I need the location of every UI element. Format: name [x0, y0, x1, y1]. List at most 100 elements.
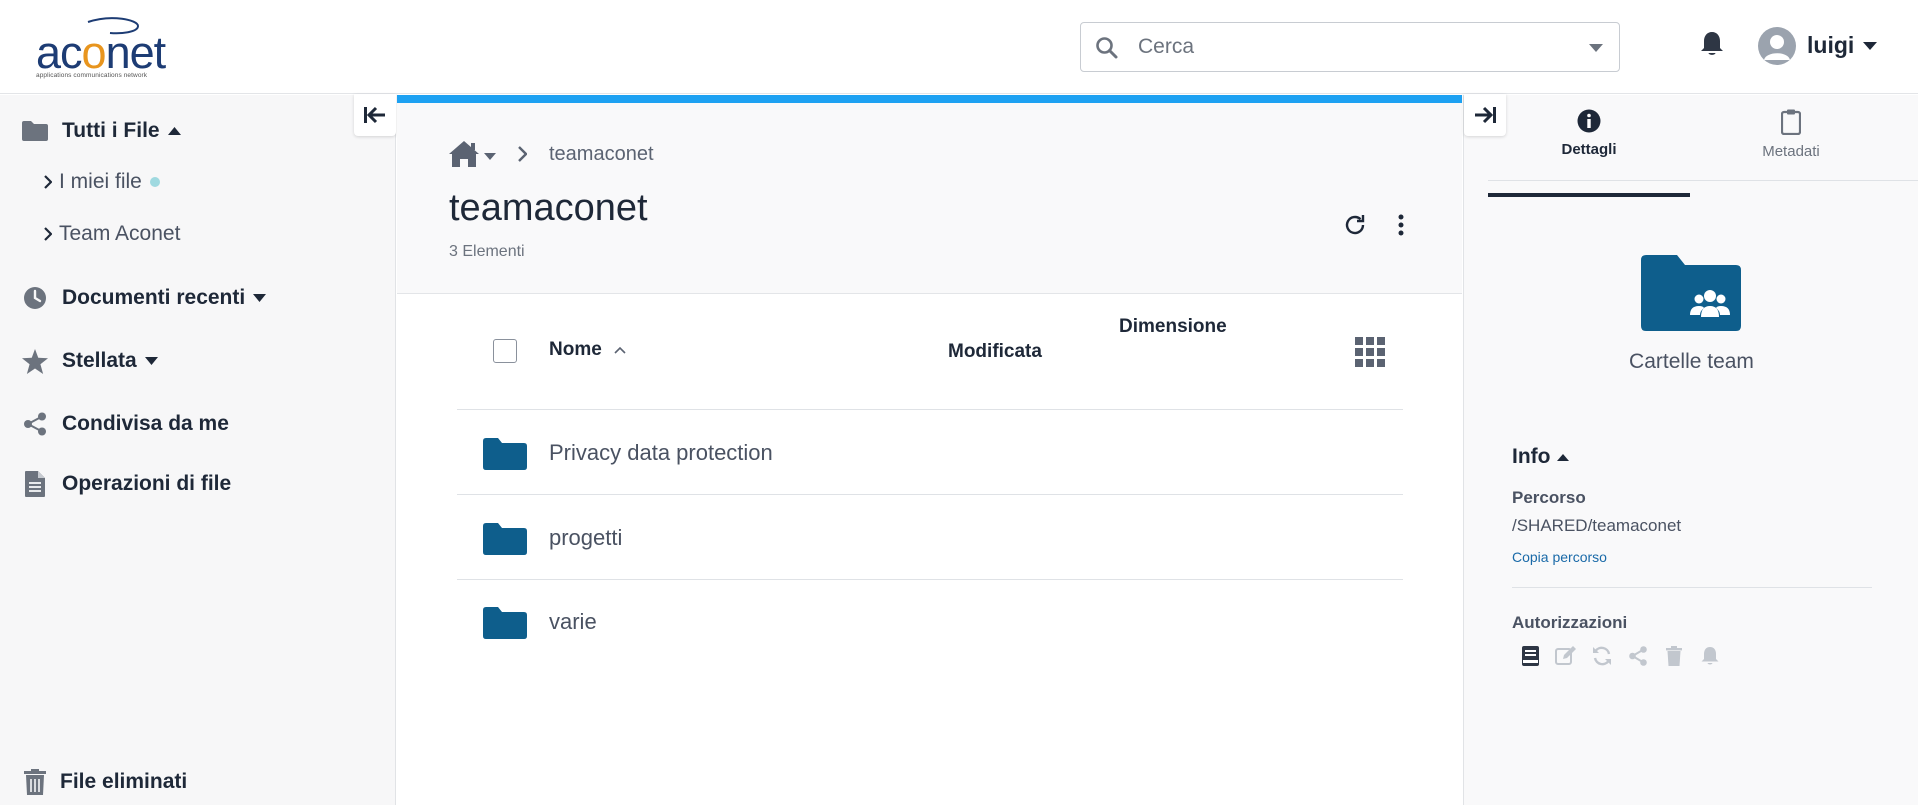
sync-icon: [1584, 646, 1620, 666]
sidebar-item-trash[interactable]: File eliminati: [22, 765, 187, 799]
logo[interactable]: aconet applications communications netwo…: [34, 14, 174, 80]
home-icon[interactable]: [449, 141, 479, 167]
star-icon: [22, 348, 48, 374]
delete-icon: [1656, 646, 1692, 666]
refresh-icon: [1343, 213, 1367, 237]
sidebar-item-label: Operazioni di file: [62, 472, 232, 495]
permissions-list: [1512, 644, 1728, 668]
refresh-button[interactable]: [1341, 211, 1369, 239]
tabs-divider: [1488, 180, 1918, 181]
folder-header: teamaconet teamaconet 3 Elementi: [397, 103, 1462, 294]
more-options-button[interactable]: [1391, 211, 1411, 239]
permissions-label: Autorizzazioni: [1512, 613, 1628, 632]
sort-ascending-icon: [614, 346, 626, 354]
section-title: Info: [1512, 445, 1551, 468]
logo-text: aconet: [36, 27, 166, 78]
sidebar-item-label: Stellata: [62, 349, 137, 372]
breadcrumb-current[interactable]: teamaconet: [549, 143, 654, 166]
chevron-down-icon[interactable]: [484, 152, 496, 160]
folder-icon: [22, 121, 48, 141]
share-icon: [22, 412, 48, 436]
clock-icon: [22, 286, 48, 310]
clipboard-icon: [1781, 109, 1801, 135]
chevron-right-icon: [518, 146, 527, 162]
user-name: luigi: [1807, 32, 1855, 58]
read-icon: [1512, 646, 1548, 666]
info-section-toggle[interactable]: Info: [1512, 445, 1570, 469]
notify-icon: [1692, 646, 1728, 666]
folder-icon: [483, 607, 527, 639]
main-content: teamaconet teamaconet 3 Elementi Nome Mo…: [397, 95, 1462, 805]
collapse-sidebar-button[interactable]: [354, 94, 396, 136]
sidebar-item-recent[interactable]: Documenti recenti: [22, 281, 267, 315]
sidebar-item-starred[interactable]: Stellata: [22, 344, 158, 378]
arrow-right-to-line-icon: [1474, 106, 1496, 124]
copy-path-link[interactable]: Copia percorso: [1512, 549, 1607, 565]
arrow-left-to-line-icon: [364, 106, 386, 124]
edit-icon: [1548, 646, 1584, 666]
sidebar-item-all-files[interactable]: Tutti i File: [22, 114, 181, 148]
table-row[interactable]: progetti: [457, 496, 1403, 580]
chevron-down-icon: [144, 357, 158, 365]
sidebar-item-label: Documenti recenti: [62, 286, 246, 309]
sidebar-item-file-operations[interactable]: Operazioni di file: [22, 467, 231, 501]
search-input[interactable]: Cerca: [1080, 22, 1620, 72]
search-icon: [1095, 36, 1119, 60]
share-icon: [1620, 646, 1656, 666]
chevron-up-icon: [167, 127, 181, 135]
folder-type-label: Cartelle team: [1629, 350, 1754, 373]
table-row[interactable]: varie: [457, 580, 1403, 664]
sidebar-item-team-aconet[interactable]: Team Aconet: [44, 219, 180, 249]
sidebar-item-label: Condivisa da me: [62, 412, 229, 435]
chevron-right-icon: [44, 227, 52, 241]
path-label: Percorso: [1512, 488, 1586, 507]
top-bar: aconet applications communications netwo…: [0, 0, 1918, 94]
grid-view-icon[interactable]: [1355, 337, 1385, 367]
file-name: varie: [549, 609, 597, 634]
collapse-details-button[interactable]: [1464, 94, 1506, 136]
kebab-menu-icon: [1398, 214, 1404, 236]
bell-icon[interactable]: [1700, 31, 1724, 57]
sidebar-item-label: I miei file: [59, 170, 142, 193]
sidebar-item-label: File eliminati: [60, 770, 188, 793]
logo-tagline: applications communications network: [36, 72, 148, 79]
sidebar: Tutti i File I miei file Team Aconet Doc…: [0, 95, 396, 805]
team-folder-icon: [1641, 255, 1741, 331]
table-header: Nome Modificata Dimensione: [457, 295, 1403, 410]
sidebar-item-my-files[interactable]: I miei file: [44, 167, 160, 197]
tab-label: Dettagli: [1561, 141, 1617, 158]
tab-label: Metadati: [1762, 143, 1820, 160]
chevron-down-icon: [1863, 42, 1877, 50]
search-placeholder: Cerca: [1138, 35, 1195, 58]
chevron-down-icon[interactable]: [1589, 44, 1603, 52]
sidebar-item-label: Tutti i File: [62, 119, 160, 142]
chevron-up-icon: [1557, 453, 1570, 461]
avatar: [1758, 27, 1796, 65]
path-value: /SHARED/teamaconet: [1512, 516, 1682, 535]
file-name: Privacy data protection: [549, 440, 773, 465]
progress-bar: [397, 95, 1462, 103]
column-label: Nome: [549, 339, 602, 360]
trash-icon: [22, 769, 48, 795]
divider: [1512, 587, 1872, 588]
chevron-right-icon: [44, 175, 52, 189]
info-circle-icon: [1577, 109, 1601, 133]
tab-details[interactable]: Dettagli: [1488, 109, 1690, 197]
select-all-checkbox[interactable]: [493, 339, 517, 363]
column-header-size[interactable]: Dimensione: [1119, 316, 1227, 338]
folder-icon: [483, 438, 527, 470]
file-name: progetti: [549, 525, 623, 550]
file-text-icon: [22, 471, 48, 497]
item-count: 3 Elementi: [449, 243, 525, 260]
page-title: teamaconet: [449, 187, 648, 229]
folder-icon: [483, 523, 527, 555]
status-dot: [149, 177, 160, 187]
table-row[interactable]: Privacy data protection: [457, 411, 1403, 495]
chevron-down-icon: [253, 294, 267, 302]
sidebar-item-label: Team Aconet: [59, 222, 181, 245]
column-header-name[interactable]: Nome: [549, 339, 626, 361]
tab-metadata[interactable]: Metadati: [1690, 109, 1892, 197]
sidebar-item-shared-by-me[interactable]: Condivisa da me: [22, 407, 229, 441]
breadcrumb: teamaconet: [449, 139, 654, 169]
column-header-modified[interactable]: Modificata: [948, 341, 1042, 363]
